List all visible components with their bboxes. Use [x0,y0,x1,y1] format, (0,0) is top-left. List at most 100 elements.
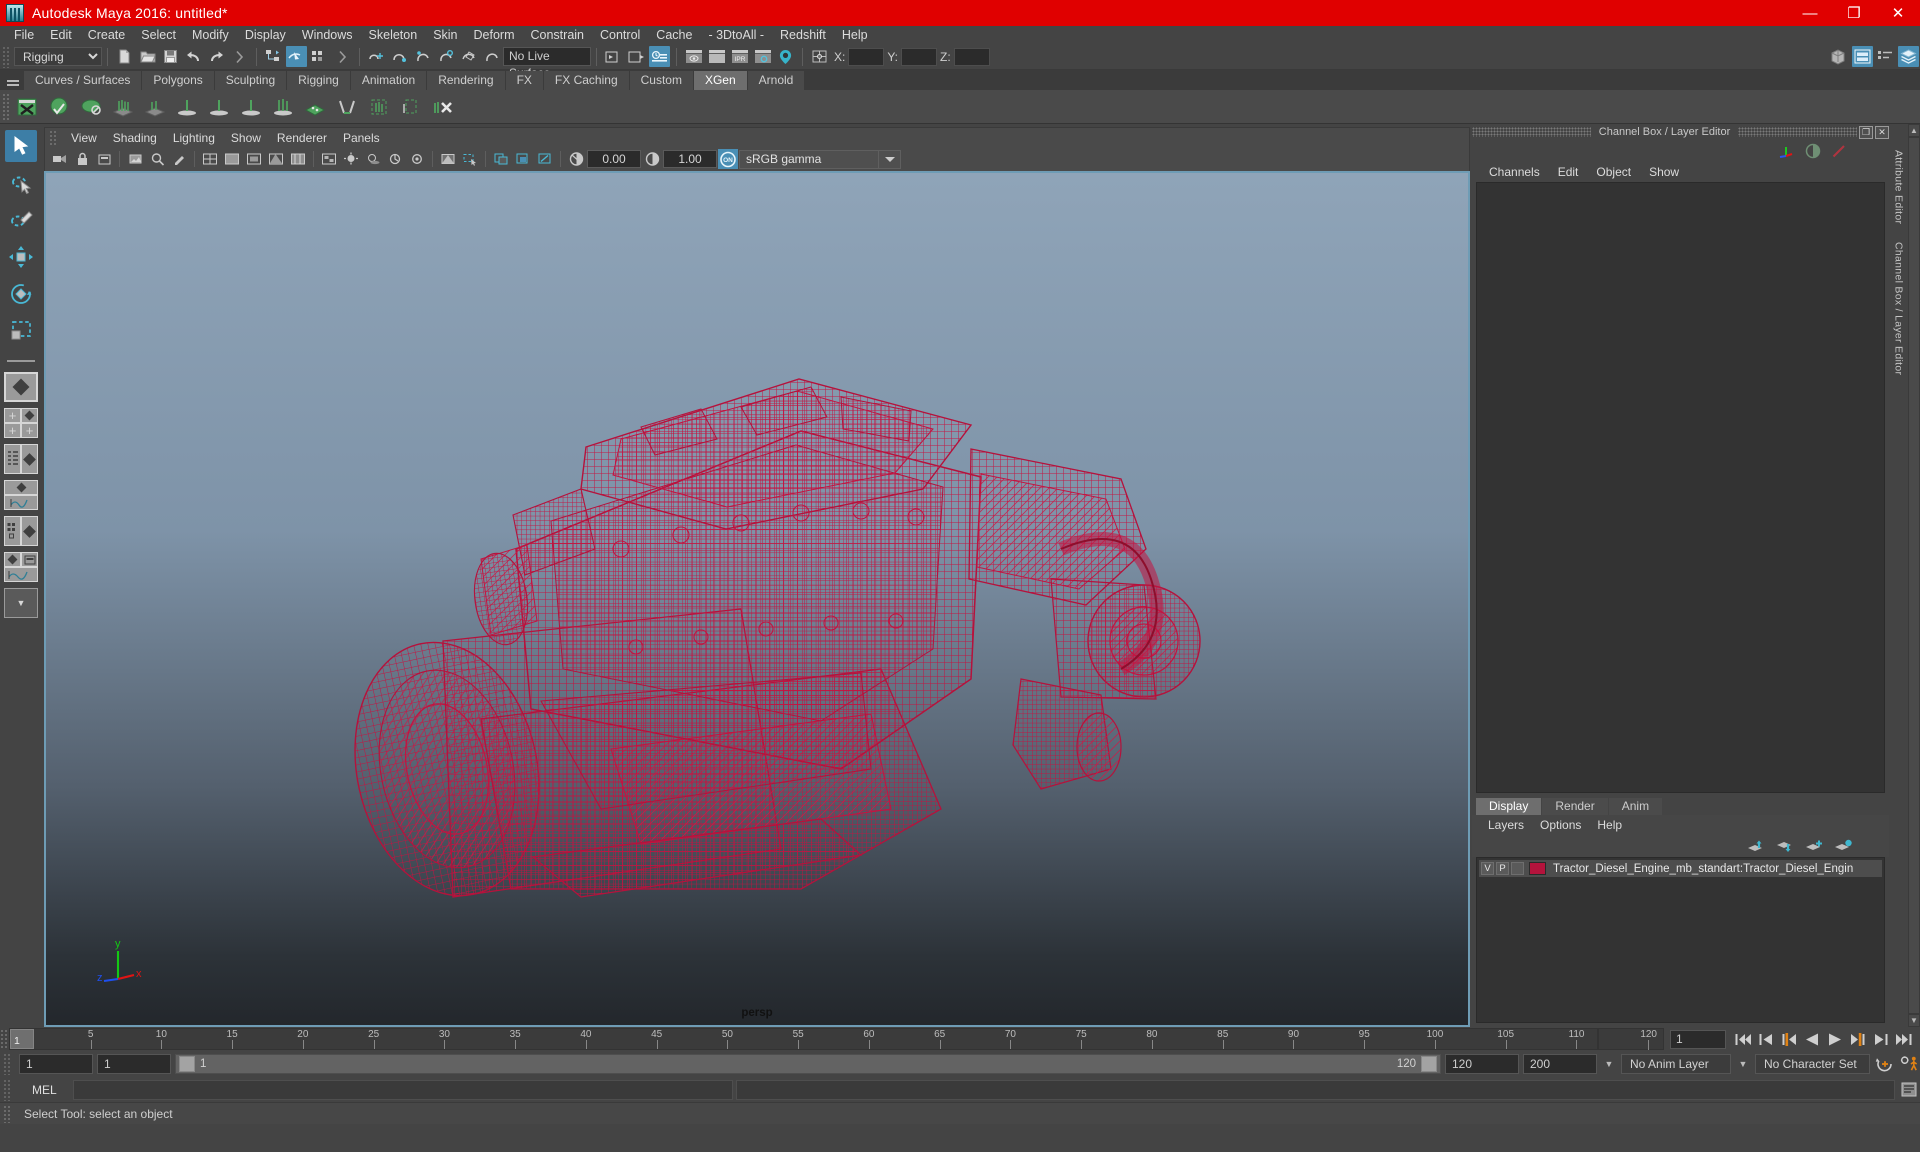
render-sequence-icon[interactable] [626,46,647,67]
layout-outliner-persp-button[interactable] [4,444,38,474]
snap-to-curve-icon[interactable] [389,46,410,67]
animation-start-time-field[interactable]: 1 [19,1054,93,1074]
render-settings-icon[interactable] [649,46,670,67]
flat-shade-icon[interactable] [266,149,286,169]
image-plane-icon[interactable] [125,149,145,169]
shelf-tab-sculpting[interactable]: Sculpting [214,71,288,90]
shelf-tab-polygons[interactable]: Polygons [142,71,215,90]
grease-pencil-icon[interactable] [169,149,189,169]
show-hide-modeling-toolkit-icon[interactable] [1829,46,1850,67]
layout-four-view-button[interactable]: + + + [4,408,38,438]
step-back-keyframe-icon[interactable] [1755,1029,1776,1050]
menu-constrain[interactable]: Constrain [523,26,593,44]
viewport-menu-panels[interactable]: Panels [335,128,388,148]
animation-end-time-field[interactable]: 200 [1523,1054,1597,1074]
snap-to-point-icon[interactable] [412,46,433,67]
layout-more-button[interactable]: ▼ [4,588,38,618]
transform-axis-icon[interactable] [1778,143,1795,160]
playback-end-time-field[interactable]: 120 [1445,1054,1519,1074]
snap-to-grid-icon[interactable] [366,46,387,67]
menu-3dtoall[interactable]: - 3DtoAll - [700,26,772,44]
new-layer-icon[interactable] [1804,839,1824,854]
show-hide-attribute-editor-icon[interactable] [1852,46,1873,67]
menu-help[interactable]: Help [834,26,876,44]
menu-display[interactable]: Display [237,26,294,44]
xgen-description-icon[interactable] [12,92,42,122]
range-slider[interactable]: 1 120 [175,1054,1441,1074]
panel-grip-right[interactable] [1738,127,1857,137]
coord-y-field[interactable] [901,47,938,66]
menu-create[interactable]: Create [80,26,134,44]
play-backwards-icon[interactable] [1801,1029,1822,1050]
move-layer-up-icon[interactable] [1746,839,1766,854]
render-current-frame-icon[interactable] [683,46,704,67]
minimize-button[interactable]: — [1788,0,1832,26]
layer-list[interactable]: V P Tractor_Diesel_Engine_mb_standart:Trac… [1476,857,1885,1023]
current-time-indicator[interactable]: 1 [10,1029,34,1049]
shelf-tab-animation[interactable]: Animation [350,71,428,90]
shelf-tab-fx-caching[interactable]: FX Caching [543,71,630,90]
perspective-viewport[interactable]: y x z persp [44,171,1470,1027]
character-set-field[interactable]: No Character Set [1755,1054,1870,1074]
select-tool-button[interactable] [5,130,37,162]
shelf-tab-rendering[interactable]: Rendering [427,71,506,90]
gamma-field[interactable]: 1.00 [663,150,717,168]
menu-set-selector[interactable]: Rigging [14,47,102,66]
xgen-density-brush-icon[interactable] [172,92,202,122]
viewport-menu-renderer[interactable]: Renderer [269,128,335,148]
playback-start-time-field[interactable]: 1 [97,1054,171,1074]
motion-blur-icon[interactable] [407,149,427,169]
shelf-tab-arnold[interactable]: Arnold [747,71,806,90]
panel-scroll-strip[interactable]: ▲ ▼ [1908,124,1920,1027]
viewport-menu-view[interactable]: View [63,128,105,148]
xgen-clump-icon[interactable] [268,92,298,122]
show-hide-channel-box-icon[interactable] [1898,46,1919,67]
exposure-field[interactable]: 0.00 [587,150,641,168]
save-scene-icon[interactable] [160,46,181,67]
xgen-guide-remove-icon[interactable] [140,92,170,122]
time-slider-grip[interactable] [0,1029,9,1049]
scale-tool-button[interactable] [5,315,37,347]
layer-menu-help[interactable]: Help [1589,818,1630,832]
viewport-menu-show[interactable]: Show [223,128,269,148]
coord-x-field[interactable] [848,47,885,66]
range-slider-grip[interactable] [3,1053,12,1075]
open-scene-icon[interactable] [137,46,158,67]
ipr-render-icon[interactable]: IPR [729,46,750,67]
2d-pan-zoom-icon[interactable] [147,149,167,169]
menu-modify[interactable]: Modify [184,26,237,44]
current-frame-field[interactable]: 1 [1670,1029,1726,1049]
scroll-up-icon[interactable]: ▲ [1908,124,1920,137]
redo-previous-render-icon[interactable] [706,46,727,67]
lasso-select-tool-button[interactable] [5,167,37,199]
auto-keyframe-icon[interactable] [1874,1054,1895,1075]
screen-space-ao-icon[interactable] [385,149,405,169]
viewport-menu-shading[interactable]: Shading [105,128,165,148]
layer-editor-tab-display[interactable]: Display [1476,798,1542,815]
go-to-end-icon[interactable] [1893,1029,1914,1050]
step-forward-keyframe-icon[interactable] [1870,1029,1891,1050]
snap-to-live-icon[interactable] [481,46,502,67]
shelf-tab-curves-surfaces[interactable]: Curves / Surfaces [24,71,143,90]
undo-icon[interactable] [183,46,204,67]
new-scene-icon[interactable] [114,46,135,67]
color-management-select[interactable]: sRGB gamma [739,149,879,169]
camera-attributes-icon[interactable] [94,149,114,169]
close-panel-icon[interactable]: ✕ [1875,125,1889,139]
select-camera-icon[interactable] [50,149,70,169]
channel-box-layer-editor-tab[interactable]: Channel Box / Layer Editor [1893,242,1905,375]
chevron-down-icon[interactable]: ▼ [1735,1054,1751,1074]
open-render-view-icon[interactable] [603,46,624,67]
chevron-right-icon[interactable] [229,46,250,67]
layer-color-swatch[interactable] [1529,862,1546,875]
step-back-frame-icon[interactable] [1778,1029,1799,1050]
layout-single-perspective-button[interactable] [4,372,38,402]
menu-deform[interactable]: Deform [466,26,523,44]
xray-active-components-icon[interactable] [535,149,555,169]
step-forward-frame-icon[interactable] [1847,1029,1868,1050]
shelf-grip[interactable] [2,92,11,121]
layer-menu-layers[interactable]: Layers [1480,818,1532,832]
command-input[interactable] [73,1079,733,1100]
animation-preferences-icon[interactable] [1899,1054,1920,1075]
shadows-icon[interactable] [363,149,383,169]
